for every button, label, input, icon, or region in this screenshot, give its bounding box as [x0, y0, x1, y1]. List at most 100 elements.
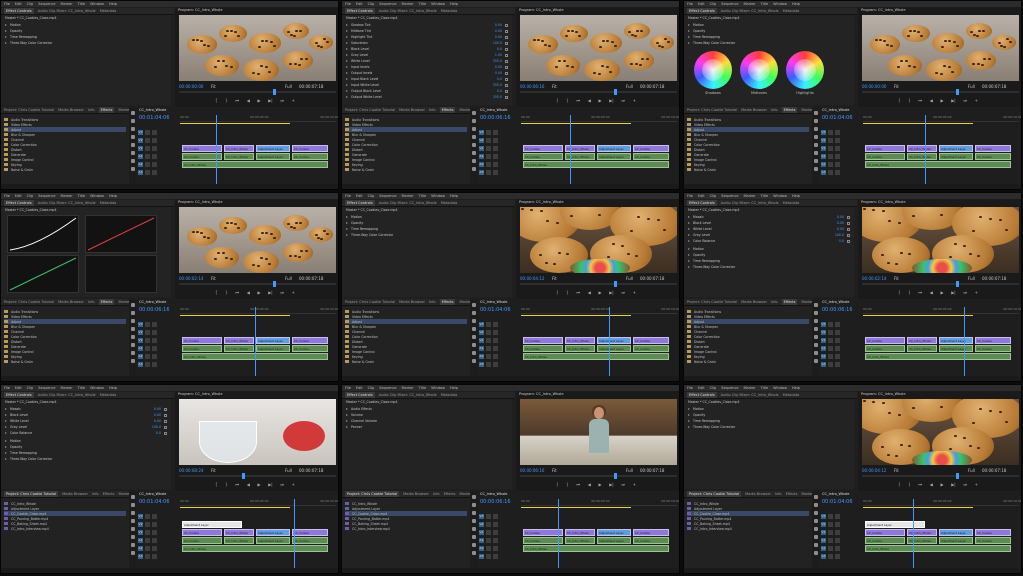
- menu-item-marker[interactable]: Marker: [402, 1, 414, 7]
- property-value[interactable]: 0.00: [837, 221, 844, 225]
- timeline-clip[interactable]: Adjustment Layer: [597, 145, 631, 152]
- tab-effects[interactable]: Effects: [781, 107, 798, 113]
- lock-icon[interactable]: [145, 514, 150, 519]
- property-value[interactable]: 0.00: [837, 215, 844, 219]
- expand-triangle-icon[interactable]: [346, 30, 348, 32]
- expand-triangle-icon[interactable]: [688, 36, 690, 38]
- playback-scrubber[interactable]: [520, 281, 677, 287]
- selection-tool-icon[interactable]: [130, 495, 135, 499]
- menu-item-window[interactable]: Window: [431, 193, 445, 199]
- selection-tool-icon[interactable]: [813, 111, 818, 115]
- menu-item-edit[interactable]: Edit: [15, 1, 22, 7]
- track-target-toggle[interactable]: V2: [821, 522, 826, 527]
- mark-in-button[interactable]: {: [215, 482, 218, 487]
- go-to-in-button[interactable]: ⏮: [576, 482, 580, 487]
- ripple-edit-tool-icon[interactable]: [130, 127, 135, 131]
- current-timecode[interactable]: 00:00:02:14: [179, 276, 203, 281]
- time-ruler[interactable]: 00:00 00:00:05:00 00:00:10:00: [180, 115, 338, 122]
- step-back-button[interactable]: ◀: [247, 98, 250, 103]
- track-target-toggle[interactable]: A3: [821, 170, 826, 175]
- type-tool-icon[interactable]: [813, 167, 818, 171]
- stopwatch-icon[interactable]: [847, 239, 850, 243]
- stopwatch-icon[interactable]: [505, 71, 508, 75]
- menu-item-sequence[interactable]: Sequence: [379, 385, 396, 391]
- lock-icon[interactable]: [486, 330, 491, 335]
- effect-property-row[interactable]: Output White Level 255.0: [346, 95, 508, 99]
- razor-tool-icon[interactable]: [130, 135, 135, 139]
- timeline-clip[interactable]: Adjustment Layer: [256, 337, 290, 344]
- track-select-tool-icon[interactable]: [130, 311, 135, 315]
- expand-triangle-icon[interactable]: [688, 420, 690, 422]
- eye-icon[interactable]: [152, 554, 157, 559]
- track-target-toggle[interactable]: V1: [821, 146, 826, 151]
- track-target-toggle[interactable]: V2: [138, 138, 143, 143]
- ripple-edit-tool-icon[interactable]: [471, 127, 476, 131]
- track-target-toggle[interactable]: V3: [821, 322, 826, 327]
- lock-icon[interactable]: [486, 522, 491, 527]
- track-target-toggle[interactable]: A1: [821, 538, 826, 543]
- eye-icon[interactable]: [152, 154, 157, 159]
- lock-icon[interactable]: [828, 554, 833, 559]
- track-target-toggle[interactable]: V1: [479, 530, 484, 535]
- track-select-tool-icon[interactable]: [471, 119, 476, 123]
- lock-icon[interactable]: [486, 170, 491, 175]
- lock-icon[interactable]: [145, 130, 150, 135]
- mark-in-button[interactable]: {: [898, 482, 901, 487]
- tab-audio_clip_mixer[interactable]: Audio Clip Mixer: CC_Intro_Whole: [379, 8, 437, 14]
- timeline-clip[interactable]: CC_Cookie: [865, 337, 905, 344]
- timeline-clip[interactable]: CC_Cookie: [633, 537, 669, 544]
- track-target-toggle[interactable]: V3: [821, 514, 826, 519]
- effect-property-row[interactable]: Time Remapping: [5, 35, 167, 39]
- lock-icon[interactable]: [486, 154, 491, 159]
- expand-triangle-icon[interactable]: [5, 42, 7, 44]
- timeline-clip[interactable]: CC_Intro_Whole: [565, 529, 595, 536]
- track-target-toggle[interactable]: V3: [138, 322, 143, 327]
- track-select-tool-icon[interactable]: [471, 503, 476, 507]
- expand-triangle-icon[interactable]: [346, 222, 348, 224]
- stopwatch-icon[interactable]: [505, 59, 508, 63]
- eye-icon[interactable]: [493, 154, 498, 159]
- timeline-clip[interactable]: CC_Cookie: [633, 153, 669, 160]
- menu-item-clip[interactable]: Clip: [27, 385, 34, 391]
- timeline-clip[interactable]: CC_Cookie: [523, 529, 563, 536]
- stopwatch-icon[interactable]: [164, 431, 167, 435]
- eye-icon[interactable]: [835, 146, 840, 151]
- color-wheel[interactable]: [694, 51, 732, 89]
- play-button[interactable]: ▶: [598, 482, 601, 487]
- timeline-clip[interactable]: CC_Cookie: [865, 153, 905, 160]
- tab-project[interactable]: Project: Chris Cookie Tutorial: [4, 491, 59, 497]
- add-button[interactable]: +: [975, 482, 978, 487]
- time-ruler[interactable]: 00:00 00:00:05:00 00:00:10:00: [521, 307, 679, 314]
- menu-item-title[interactable]: Title: [78, 193, 86, 199]
- expand-triangle-icon[interactable]: [688, 228, 690, 230]
- lock-icon[interactable]: [145, 362, 150, 367]
- lock-icon[interactable]: [145, 354, 150, 359]
- menu-item-file[interactable]: File: [687, 385, 693, 391]
- color-wheel[interactable]: [740, 51, 778, 89]
- type-tool-icon[interactable]: [471, 167, 476, 171]
- step-forward-button[interactable]: ▶|: [951, 482, 955, 487]
- mark-in-button[interactable]: {: [898, 290, 901, 295]
- eye-icon[interactable]: [835, 530, 840, 535]
- timeline-clip[interactable]: Adjustment Layer: [256, 537, 290, 544]
- track-target-toggle[interactable]: A2: [479, 354, 484, 359]
- menu-item-title[interactable]: Title: [419, 193, 427, 199]
- time-ruler[interactable]: 00:00 00:00:05:00 00:00:10:00: [863, 115, 1021, 122]
- menu-item-title[interactable]: Title: [761, 193, 769, 199]
- expand-triangle-icon[interactable]: [688, 30, 690, 32]
- pen-tool-icon[interactable]: [130, 151, 135, 155]
- list-item[interactable]: CC_Intro_Interview.mp4: [687, 526, 809, 531]
- tab-effect_controls[interactable]: Effect Controls: [687, 392, 717, 398]
- menu-item-sequence[interactable]: Sequence: [721, 1, 738, 7]
- timeline-clip[interactable]: CC_Intro_Whole: [907, 529, 937, 536]
- go-to-out-button[interactable]: ⏭: [280, 98, 284, 103]
- timeline-clip[interactable]: CC_Cookie: [633, 145, 669, 152]
- lock-icon[interactable]: [486, 546, 491, 551]
- play-button[interactable]: ▶: [257, 482, 260, 487]
- eye-icon[interactable]: [152, 538, 157, 543]
- expand-triangle-icon[interactable]: [688, 240, 690, 242]
- eye-icon[interactable]: [835, 554, 840, 559]
- expand-triangle-icon[interactable]: [346, 96, 348, 98]
- menu-item-help[interactable]: Help: [450, 193, 458, 199]
- menu-item-sequence[interactable]: Sequence: [721, 193, 738, 199]
